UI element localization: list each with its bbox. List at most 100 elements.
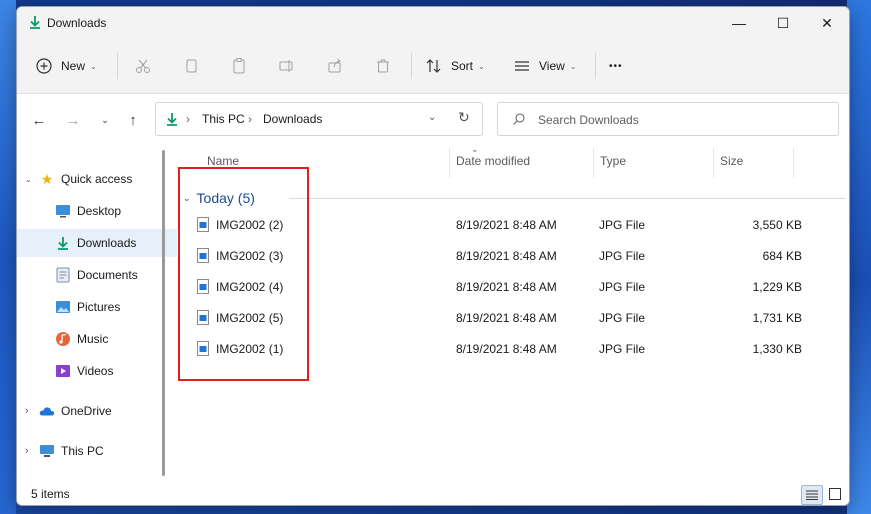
download-arrow-icon (55, 235, 71, 251)
chevron-down-icon: ⌄ (478, 61, 485, 71)
rename-icon (273, 52, 301, 80)
nav-documents[interactable]: Documents 📌 (17, 261, 195, 289)
file-type: JPG File (599, 249, 646, 263)
address-row: ← → ⌄ ↑ › This PC › Downloads ⌄ ↻ Search… (17, 94, 849, 144)
up-arrow-icon[interactable]: ↑ (121, 108, 145, 132)
search-input[interactable]: Search Downloads (538, 113, 639, 127)
thumbnail-view-button[interactable] (825, 485, 845, 503)
column-divider[interactable] (713, 148, 714, 178)
toolbar-separator (117, 53, 118, 79)
download-arrow-icon (30, 16, 40, 29)
nav-pictures[interactable]: Pictures 📌 (17, 293, 195, 321)
file-date: 8/19/2021 8:48 AM (456, 342, 557, 356)
breadcrumb-chevron-icon: › (186, 112, 190, 126)
cut-button[interactable] (129, 52, 157, 80)
close-button[interactable]: ✕ (805, 7, 849, 39)
back-arrow-icon[interactable]: ← (27, 108, 51, 132)
expand-chevron-down-icon[interactable]: ⌄ (25, 175, 39, 184)
nav-label: Pictures (77, 300, 121, 314)
details-view-button[interactable] (801, 485, 823, 505)
column-header-name[interactable]: Name (207, 154, 239, 168)
file-date: 8/19/2021 8:48 AM (456, 311, 557, 325)
nav-label: Downloads (77, 236, 137, 250)
wallpaper-right (847, 0, 871, 514)
paste-button[interactable] (225, 52, 253, 80)
search-icon (513, 113, 525, 125)
expand-chevron-right-icon[interactable]: › (25, 445, 39, 457)
view-button[interactable]: View ⌄ (513, 52, 577, 80)
breadcrumb-this-pc[interactable]: This PC (202, 112, 245, 126)
clipboard-icon (225, 52, 253, 80)
nav-label: This PC (61, 444, 104, 458)
chevron-down-icon: ⌄ (90, 61, 97, 71)
file-explorer-window: Downloads — ☐ ✕ New ⌄ Sort ⌄ View ⌄ ••• … (16, 6, 850, 506)
share-icon (321, 52, 349, 80)
star-icon: ★ (40, 170, 54, 187)
nav-onedrive[interactable]: › OneDrive (17, 397, 165, 425)
status-bar: 5 items (17, 484, 849, 505)
sort-button[interactable]: Sort ⌄ (425, 52, 485, 80)
recent-locations-chevron-icon[interactable]: ⌄ (93, 108, 117, 132)
computer-icon (39, 443, 55, 459)
forward-arrow-icon[interactable]: → (61, 108, 85, 132)
column-divider[interactable] (793, 148, 794, 178)
nav-label: Music (77, 332, 109, 346)
window-title: Downloads (47, 16, 107, 30)
rename-button[interactable] (273, 52, 301, 80)
videos-icon (55, 363, 71, 379)
address-bar[interactable]: › This PC › Downloads ⌄ ↻ (155, 102, 483, 136)
group-divider (289, 198, 845, 199)
column-header-size[interactable]: Size (720, 154, 743, 168)
pictures-icon (55, 299, 71, 315)
column-divider[interactable] (593, 148, 594, 178)
file-type: JPG File (599, 218, 646, 232)
title-bar: Downloads — ☐ ✕ (17, 7, 849, 39)
toolbar-separator (411, 53, 412, 79)
column-header-date[interactable]: Date modified (456, 154, 530, 168)
highlight-box (178, 167, 309, 381)
desktop-icon (55, 203, 71, 219)
maximize-button[interactable]: ☐ (761, 7, 805, 39)
sort-label: Sort (451, 59, 474, 73)
toolbar-separator (595, 53, 596, 79)
file-size: 684 KB (762, 249, 802, 263)
nav-label: Desktop (77, 204, 122, 218)
search-box[interactable]: Search Downloads (497, 102, 839, 136)
file-date: 8/19/2021 8:48 AM (456, 249, 557, 263)
new-button[interactable]: New ⌄ (35, 52, 97, 80)
chevron-down-icon: ⌄ (569, 61, 577, 71)
trash-icon (369, 52, 397, 80)
nav-music[interactable]: Music (17, 325, 195, 353)
column-header-type[interactable]: Type (600, 154, 626, 168)
nav-quick-access[interactable]: ⌄ ★ Quick access (17, 165, 165, 193)
command-bar: New ⌄ Sort ⌄ View ⌄ ••• (17, 39, 849, 94)
download-arrow-icon (167, 113, 177, 126)
copy-button[interactable] (177, 52, 205, 80)
share-button[interactable] (321, 52, 349, 80)
nav-videos[interactable]: Videos (17, 357, 195, 385)
nav-this-pc[interactable]: › This PC (17, 437, 165, 465)
new-label: New (61, 59, 86, 73)
more-options-button[interactable]: ••• (609, 52, 623, 80)
column-divider[interactable] (449, 148, 450, 178)
file-size: 1,229 KB (752, 280, 802, 294)
details-view-icon (806, 490, 818, 500)
nav-pane-scrollbar[interactable] (162, 150, 165, 476)
breadcrumb-chevron-icon: › (248, 112, 252, 126)
file-size: 1,731 KB (752, 311, 802, 325)
file-size: 3,550 KB (752, 218, 802, 232)
nav-downloads[interactable]: Downloads 📌 (17, 229, 195, 257)
file-type: JPG File (599, 280, 646, 294)
delete-button[interactable] (369, 52, 397, 80)
minimize-button[interactable]: — (717, 7, 761, 39)
nav-label: Videos (77, 364, 114, 378)
file-size: 1,330 KB (752, 342, 802, 356)
plus-circle-icon (36, 58, 52, 74)
refresh-icon[interactable]: ↻ (458, 109, 470, 126)
nav-desktop[interactable]: Desktop 📌 (17, 197, 195, 225)
breadcrumb-downloads[interactable]: Downloads (263, 112, 322, 126)
expand-chevron-right-icon[interactable]: › (25, 405, 39, 417)
address-history-chevron-icon[interactable]: ⌄ (428, 112, 436, 123)
thumbnail-view-icon (829, 488, 841, 500)
document-icon (55, 267, 71, 283)
